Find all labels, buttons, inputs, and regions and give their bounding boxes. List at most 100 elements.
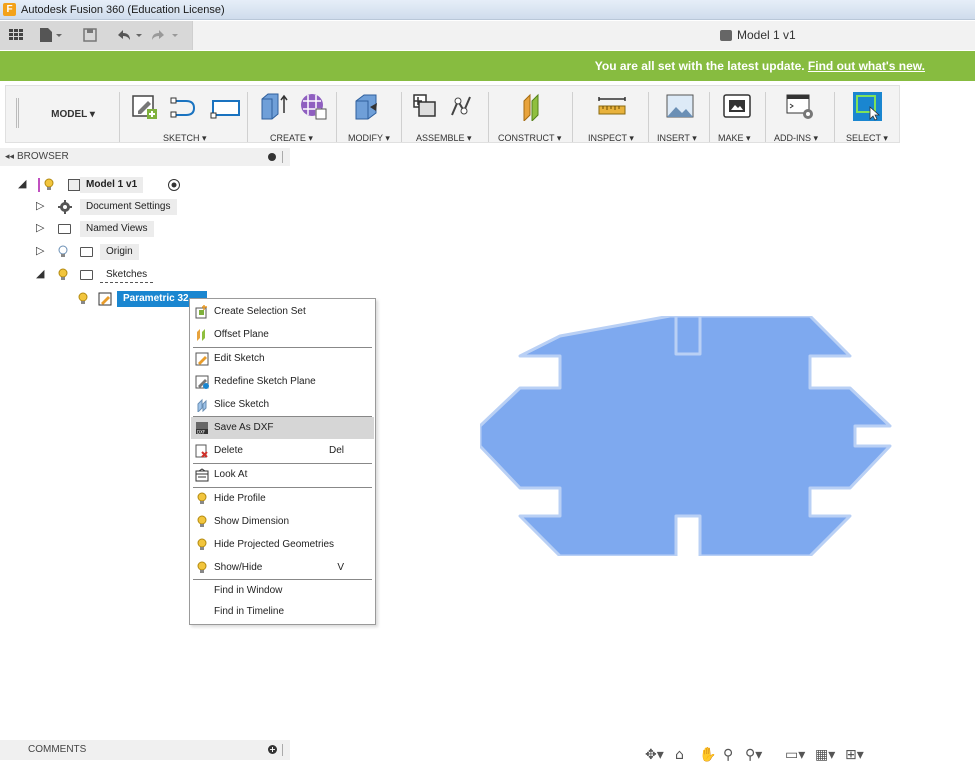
menu-item-hide-profile[interactable]: Hide Profile <box>191 488 374 510</box>
tree-row-document-settings[interactable]: ▷ Document Settings <box>0 198 200 216</box>
file-menu-icon[interactable] <box>38 27 64 43</box>
menu-item-show-dimension[interactable]: Show Dimension <box>191 511 374 533</box>
tree-row-named-views[interactable]: ▷ Named Views <box>0 220 200 238</box>
menu-item-slice-sketch[interactable]: Slice Sketch <box>191 394 374 416</box>
viewports-icon[interactable]: ⊞▾ <box>845 747 864 763</box>
data-panel-grid-icon[interactable] <box>8 27 24 43</box>
tree-row-origin[interactable]: ▷ Origin <box>0 243 200 261</box>
toolbar-separator <box>401 92 402 142</box>
svg-text:DXF: DXF <box>197 430 206 435</box>
collapse-arrow-icon[interactable]: ◢ <box>36 266 44 282</box>
assemble-group-label[interactable]: ASSEMBLE ▾ <box>416 133 472 144</box>
menu-item-edit-sketch[interactable]: Edit Sketch <box>191 348 374 370</box>
modify-group-label[interactable]: MODIFY ▾ <box>348 133 390 144</box>
insert-image-icon[interactable] <box>664 91 694 121</box>
rectangle-tool-icon[interactable] <box>210 91 240 121</box>
inspect-group-label[interactable]: INSPECT ▾ <box>588 133 634 144</box>
look-at-nav-icon[interactable]: ⌂ <box>675 747 684 763</box>
construct-group-label[interactable]: CONSTRUCT ▾ <box>498 133 561 144</box>
addins-group-label[interactable]: ADD-INS ▾ <box>774 133 818 144</box>
menu-item-find-in-window[interactable]: Find in Window <box>191 580 374 602</box>
pattern-icon[interactable] <box>298 91 328 121</box>
browser-options-icon[interactable] <box>268 153 276 161</box>
new-component-icon[interactable] <box>410 91 440 121</box>
undo-icon[interactable] <box>114 27 144 43</box>
menu-item-look-at[interactable]: Look At <box>191 464 374 486</box>
hex-gear-outline[interactable] <box>480 316 892 556</box>
whats-new-link[interactable]: Find out what's new. <box>808 59 925 73</box>
menu-item-offset-plane[interactable]: Offset Plane <box>191 324 374 346</box>
scripts-addins-icon[interactable] <box>784 91 814 121</box>
press-pull-icon[interactable] <box>352 91 382 121</box>
delete-icon <box>195 444 208 458</box>
visibility-bulb-icon[interactable] <box>58 268 68 281</box>
tree-row-root[interactable]: ◢ Model 1 v1 <box>0 176 200 194</box>
insert-group-label[interactable]: INSERT ▾ <box>657 133 697 144</box>
expand-arrow-icon[interactable]: ▷ <box>36 198 44 214</box>
menu-item-show-hide[interactable]: Show/Hide V <box>191 557 374 579</box>
sketch-profile-shape[interactable] <box>480 316 895 556</box>
bulb-icon <box>197 492 207 504</box>
display-settings-icon[interactable]: ▭▾ <box>785 747 805 763</box>
menu-item-delete[interactable]: Delete Del <box>191 440 374 462</box>
orbit-icon[interactable]: ✥▾ <box>645 747 664 763</box>
menu-item-label: Delete <box>214 445 243 456</box>
edit-sketch-icon <box>195 352 209 366</box>
create-group-label[interactable]: CREATE ▾ <box>270 133 313 144</box>
menu-item-save-as-dxf[interactable]: DXF Save As DXF <box>191 417 374 439</box>
comments-pin-icon[interactable] <box>282 744 283 756</box>
select-tool-icon[interactable] <box>852 91 882 121</box>
selection-set-icon <box>195 305 207 319</box>
zoom-window-icon[interactable]: ⚲▾ <box>745 747 762 763</box>
document-tab-title: Model 1 v1 <box>737 28 796 42</box>
menu-item-redefine-sketch-plane[interactable]: Redefine Sketch Plane <box>191 371 374 393</box>
named-views-label: Named Views <box>80 221 154 237</box>
menu-item-label: Show/Hide <box>214 562 263 573</box>
browser-header: ◂◂ BROWSER <box>0 148 290 166</box>
add-comment-icon[interactable]: + <box>268 745 277 754</box>
make-group-label[interactable]: MAKE ▾ <box>718 133 751 144</box>
folder-icon <box>80 270 93 280</box>
select-group-label[interactable]: SELECT ▾ <box>846 133 888 144</box>
menu-item-hide-projected-geometries[interactable]: Hide Projected Geometries <box>191 534 374 556</box>
tree-row-sketch[interactable]: Parametric 32 <box>0 290 210 308</box>
sketch-group-label[interactable]: SKETCH ▾ <box>163 133 207 144</box>
activate-radio-icon[interactable] <box>167 178 181 192</box>
grid-settings-icon[interactable]: ▦▾ <box>815 747 835 763</box>
collapse-arrow-icon[interactable]: ◢ <box>18 176 26 192</box>
document-tab[interactable]: Model 1 v1 <box>192 21 975 50</box>
collapse-browser-icon[interactable]: ◂◂ <box>5 151 14 163</box>
slice-icon <box>197 398 207 412</box>
visibility-bulb-icon[interactable] <box>44 178 54 191</box>
create-sketch-icon[interactable] <box>130 91 160 121</box>
measure-icon[interactable] <box>596 91 626 121</box>
sketches-label: Sketches <box>100 267 154 283</box>
menu-item-find-in-timeline[interactable]: Find in Timeline <box>191 601 374 623</box>
addins-label: ADD-INS <box>774 133 812 143</box>
menu-item-create-selection-set[interactable]: Create Selection Set <box>191 301 374 323</box>
zoom-icon[interactable]: ⚲ <box>723 747 733 763</box>
line-tool-icon[interactable] <box>168 91 198 121</box>
redo-icon[interactable] <box>150 27 182 43</box>
expand-arrow-icon[interactable]: ▷ <box>36 243 44 259</box>
extrude-icon[interactable] <box>258 91 288 121</box>
save-icon[interactable] <box>82 27 98 43</box>
origin-label: Origin <box>100 244 139 260</box>
assemble-label: ASSEMBLE <box>416 133 465 143</box>
visibility-bulb-icon[interactable] <box>58 245 68 258</box>
tree-row-sketches[interactable]: ◢ Sketches <box>0 266 200 284</box>
offset-plane-icon[interactable] <box>518 91 548 121</box>
pan-hand-icon[interactable]: ✋ <box>699 747 716 763</box>
browser-pin-icon[interactable] <box>282 151 283 163</box>
bulb-icon <box>197 561 207 573</box>
quick-access-bar: Model 1 v1 <box>0 21 975 50</box>
visibility-bulb-icon[interactable] <box>78 292 88 305</box>
menu-item-label: Look At <box>214 469 248 480</box>
redefine-plane-icon <box>195 375 209 389</box>
expand-arrow-icon[interactable]: ▷ <box>36 220 44 236</box>
workspace-switcher[interactable]: MODEL ▾ <box>18 109 128 121</box>
3d-print-icon[interactable] <box>721 91 751 121</box>
toolbar-separator <box>648 92 649 142</box>
joint-icon[interactable] <box>446 91 476 121</box>
sketch-icon <box>98 292 112 306</box>
